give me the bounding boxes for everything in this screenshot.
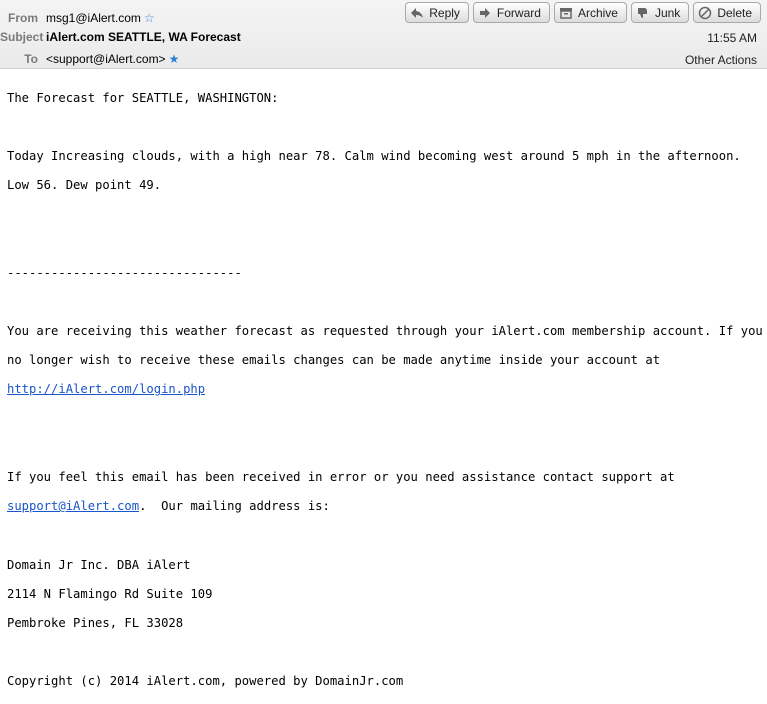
forward-button[interactable]: Forward (472, 2, 550, 23)
delete-circle-icon (698, 6, 712, 20)
star-outline-icon[interactable]: ☆ (144, 11, 155, 25)
forecast-text-line1: Today Increasing clouds, with a high nea… (7, 148, 741, 163)
reply-button[interactable]: Reply (405, 2, 469, 23)
message-header: From msg1@iAlert.com ☆ Subject iAlert.co… (0, 0, 767, 69)
delete-button[interactable]: Delete (693, 2, 761, 23)
junk-label: Junk (654, 5, 681, 20)
notice-line2: no longer wish to receive these emails c… (7, 353, 661, 368)
archive-label: Archive (577, 5, 618, 20)
forecast-text-line2: Low 56. Dew point 49. (7, 178, 162, 193)
mailing-address-intro: . Our mailing address is: (139, 499, 330, 514)
junk-button[interactable]: Junk (630, 2, 690, 23)
subject-value: iAlert.com SEATTLE, WA Forecast (46, 30, 241, 44)
reply-label: Reply (429, 5, 460, 20)
subject-label: Subject (0, 30, 44, 44)
thumbs-down-icon (636, 6, 650, 20)
to-row: To <support@iAlert.com> ★ (0, 50, 179, 68)
support-line1: If you feel this email has been received… (7, 470, 675, 485)
archive-box-icon (559, 6, 573, 20)
to-label: To (24, 52, 38, 66)
message-time: 11:55 AM (707, 31, 757, 45)
delete-label: Delete (717, 5, 752, 20)
from-address[interactable]: msg1@iAlert.com (46, 11, 141, 25)
message-toolbar: Reply Forward Archive Junk Delete (405, 2, 761, 23)
from-label: From (8, 11, 38, 25)
subject-row: Subject iAlert.com SEATTLE, WA Forecast (0, 28, 241, 46)
notice-line1: You are receiving this weather forecast … (7, 324, 763, 339)
forward-arrow-icon (478, 6, 492, 20)
to-address[interactable]: <support@iAlert.com> (46, 52, 166, 66)
address-line2: 2114 N Flamingo Rd Suite 109 (7, 586, 213, 601)
login-link-line: http://iAlert.com/login.php (7, 382, 762, 397)
separator: -------------------------------- (7, 265, 242, 280)
support-line2: support@iAlert.com. Our mailing address … (7, 499, 762, 514)
address-line1: Domain Jr Inc. DBA iAlert (7, 557, 191, 572)
support-email-link[interactable]: support@iAlert.com (7, 499, 139, 513)
login-link[interactable]: http://iAlert.com/login.php (7, 382, 205, 396)
star-filled-icon[interactable]: ★ (169, 52, 180, 66)
other-actions-menu[interactable]: Other Actions (685, 53, 757, 67)
copyright-line: Copyright (c) 2014 iAlert.com, powered b… (7, 674, 404, 689)
forward-label: Forward (496, 5, 541, 20)
from-row: From msg1@iAlert.com ☆ (0, 9, 155, 27)
archive-button[interactable]: Archive (553, 2, 627, 23)
address-line3: Pembroke Pines, FL 33028 (7, 615, 184, 630)
reply-arrow-icon (410, 6, 424, 20)
message-body: The Forecast for SEATTLE, WASHINGTON: To… (7, 76, 763, 704)
forecast-heading: The Forecast for SEATTLE, WASHINGTON: (7, 90, 279, 105)
